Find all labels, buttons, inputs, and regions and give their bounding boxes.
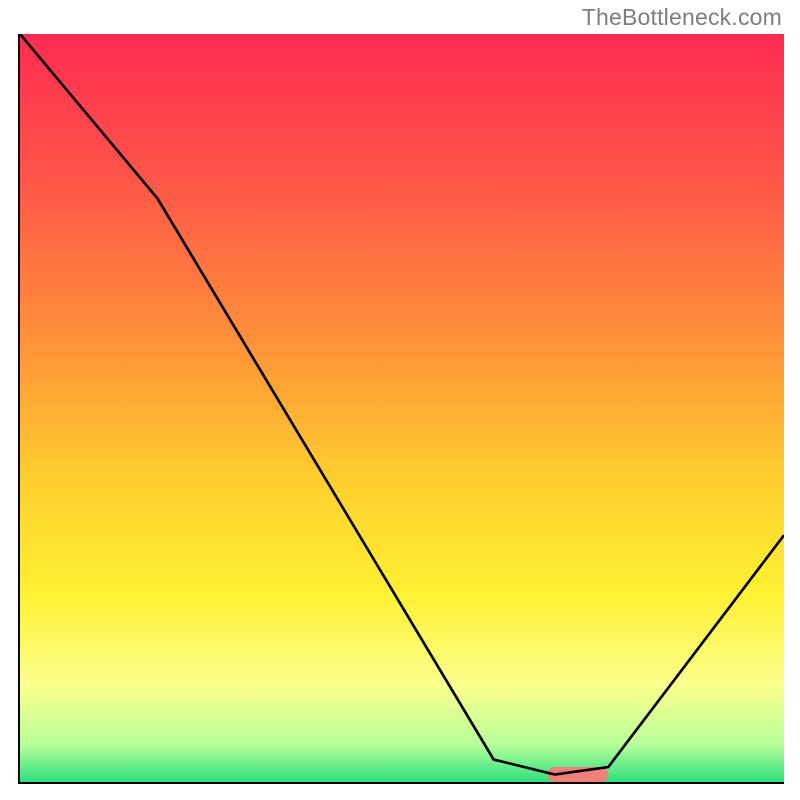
chart-plot-area (18, 34, 784, 784)
chart-curve-layer (20, 34, 784, 782)
bottleneck-curve-line (20, 34, 784, 775)
watermark-text: TheBottleneck.com (582, 4, 782, 31)
